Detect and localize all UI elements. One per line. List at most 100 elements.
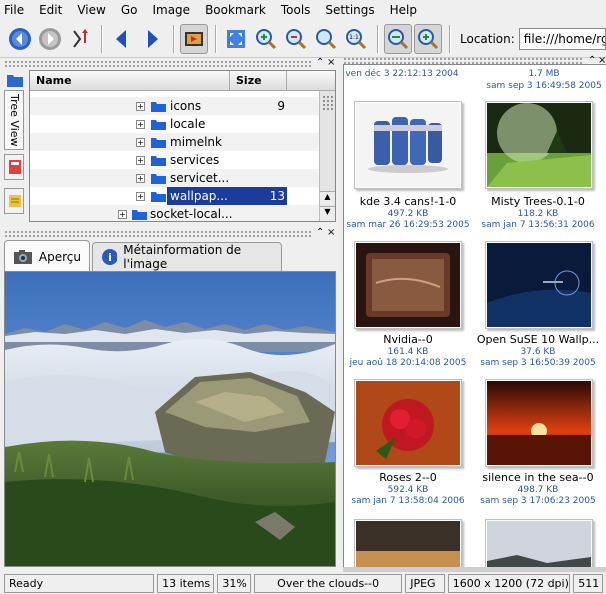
expand-icon[interactable]: + [136, 137, 145, 147]
thumb-name: Nvidia--0 [383, 333, 433, 346]
tree-view-tab[interactable]: Tree View [4, 90, 24, 150]
zoom-out-button[interactable] [282, 24, 310, 54]
zoom-original-button[interactable]: 1:1 [342, 24, 370, 54]
folder-icon [7, 75, 23, 87]
zoom-enlarge-button[interactable] [414, 23, 442, 54]
thumb-date: sam jan 7 13:58:04 2006 [351, 496, 465, 506]
scroll-up-button[interactable]: ▲ [320, 191, 335, 205]
thumbnail-kde-cans[interactable] [354, 101, 462, 189]
thumb-name: Open SuSE 10 Wallp... [476, 333, 600, 346]
menu-tools[interactable]: Tools [281, 3, 311, 17]
zoom-original-icon: 1:1 [346, 28, 367, 49]
tree-row[interactable]: + services [30, 151, 319, 169]
tree-row-selected[interactable]: + wallpap... 13 [30, 187, 319, 205]
svg-text:i: i [108, 251, 112, 264]
thumb-size: 1.7 MB [528, 69, 560, 79]
main-toolbar: 1:1 Location: file:///home/rgr [0, 20, 606, 58]
thumbnail-opensuse[interactable] [485, 241, 593, 329]
zoom-out-icon [286, 28, 307, 49]
tab-image-metainfo[interactable]: i Métainformation de l'image [92, 242, 282, 271]
thumbnail-roses[interactable] [354, 379, 462, 467]
dock-gripper[interactable] [4, 60, 312, 68]
thumb-date: sam sep 3 17:06:23 2005 [480, 496, 596, 506]
bookmark-tab[interactable] [4, 154, 24, 180]
tab-metainfo-label: Métainformation de l'image [123, 243, 242, 271]
expand-icon[interactable]: + [118, 209, 127, 219]
expand-icon[interactable]: + [136, 191, 145, 201]
folder-tree: Name Size + icons 9 + locale + mimelnk +… [29, 70, 336, 222]
tree-row-label: locale [170, 117, 206, 131]
thumb-name: kde 3.4 cans!-1-0 [359, 195, 457, 208]
location-input[interactable]: file:///home/rgr [518, 27, 606, 50]
slideshow-button[interactable] [180, 23, 208, 54]
thumbnail-nvidia[interactable] [354, 241, 462, 329]
expand-icon[interactable]: + [136, 173, 145, 183]
thumb-date: sam jan 7 13:56:31 2006 [481, 220, 595, 230]
menu-file[interactable]: File [4, 3, 24, 17]
zoom-in-button[interactable] [252, 24, 280, 54]
scroll-down-button[interactable]: ▼ [320, 206, 335, 221]
fullscreen-button[interactable] [222, 24, 250, 54]
status-bar: Ready 13 items 31% Over the clouds--0 JP… [0, 572, 606, 594]
dock-float-icon[interactable]: ⌃ [316, 227, 324, 238]
location-label: Location: [460, 31, 515, 46]
camera-icon [14, 249, 32, 264]
tree-column-size[interactable]: Size [230, 71, 287, 90]
thumb-date: jeu aoû 18 20:14:08 2005 [349, 358, 467, 368]
thumb-date: sam sep 3 16:49:58 2005 [486, 81, 602, 91]
thumbnail-partial[interactable] [485, 519, 593, 567]
tree-row[interactable]: + locale [30, 115, 319, 133]
tab-preview-label: Aperçu [38, 249, 81, 264]
thumb-image [487, 243, 591, 327]
forward-button[interactable] [36, 24, 64, 54]
back-arrow-icon [9, 27, 31, 50]
thumbnail-silence-sea[interactable] [485, 379, 593, 467]
dock-close-icon[interactable]: × [327, 227, 335, 238]
menu-view[interactable]: View [77, 3, 105, 17]
menu-bookmark[interactable]: Bookmark [205, 3, 266, 17]
back-button[interactable] [6, 24, 34, 54]
menu-settings[interactable]: Settings [325, 3, 374, 17]
tree-row[interactable]: + socket-local... [30, 205, 319, 221]
next-image-button[interactable] [138, 24, 166, 54]
status-zoom: 31% [217, 573, 252, 593]
notes-tab[interactable] [4, 188, 24, 214]
zoom-lock-button[interactable] [384, 23, 412, 54]
menu-go[interactable]: Go [121, 3, 138, 17]
status-item-count: 13 items [157, 573, 215, 593]
scrollbar-handle[interactable] [322, 95, 333, 111]
tree-row[interactable]: + icons 9 [30, 97, 319, 115]
toolbar-separator [101, 24, 103, 53]
tab-preview[interactable]: Aperçu [4, 240, 90, 272]
tree-row-label: servicet... [170, 171, 230, 185]
go-up-icon [73, 28, 88, 48]
previous-image-button[interactable] [108, 24, 136, 54]
thumb-size: 498.7 KB [517, 485, 559, 495]
expand-icon[interactable]: + [136, 119, 145, 129]
side-tab-bar: Tree View [4, 68, 26, 220]
dock-close-icon[interactable]: × [327, 57, 335, 68]
tree-column-name[interactable]: Name [30, 71, 230, 90]
dock-gripper[interactable] [4, 230, 312, 238]
info-icon: i [102, 249, 118, 265]
folder-icon [151, 191, 166, 202]
thumbnail-misty-trees[interactable] [485, 101, 593, 189]
status-filesize: 511 [573, 573, 603, 593]
menu-help[interactable]: Help [390, 3, 417, 17]
menu-edit[interactable]: Edit [39, 3, 62, 17]
thumb-size: 118.2 KB [517, 209, 559, 219]
tree-row[interactable]: + servicet... [30, 169, 319, 187]
menu-image[interactable]: Image [152, 3, 190, 17]
tree-row-label: wallpap... [170, 189, 228, 203]
thumb-size: 161.4 KB [387, 347, 429, 357]
go-up-button[interactable] [66, 24, 94, 54]
tree-vertical-scrollbar[interactable]: ▲ ▼ [319, 91, 335, 221]
expand-icon[interactable]: + [136, 101, 145, 111]
thumb-date: sam sep 3 16:50:39 2005 [480, 358, 596, 368]
expand-icon[interactable]: + [136, 155, 145, 165]
tree-row[interactable]: + mimelnk [30, 133, 319, 151]
zoom-fit-button[interactable] [312, 24, 340, 54]
dock-float-icon[interactable]: ⌃ [316, 57, 324, 68]
thumb-name: silence in the sea--0 [482, 471, 594, 484]
thumbnail-partial[interactable] [354, 519, 462, 567]
